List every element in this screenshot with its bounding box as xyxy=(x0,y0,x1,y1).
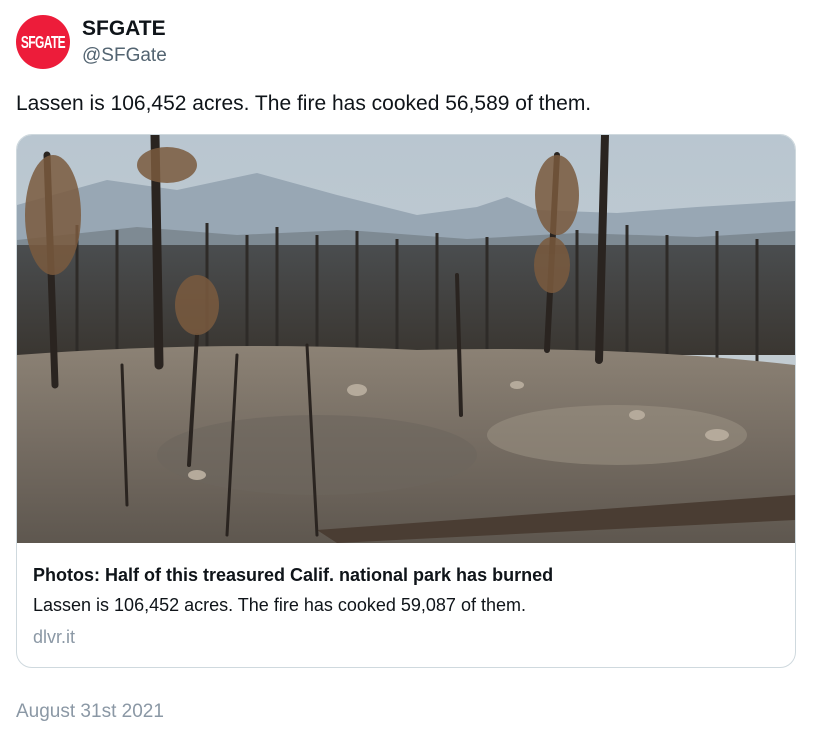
avatar-logo-text: SFGATE xyxy=(20,31,66,53)
card-description: Lassen is 106,452 acres. The fire has co… xyxy=(33,595,526,615)
avatar[interactable]: SFGATE xyxy=(16,15,70,69)
author-names: SFGATE @SFGate xyxy=(82,16,167,68)
tweet-timestamp[interactable]: August 31st 2021 xyxy=(16,700,164,724)
card-title[interactable]: Photos: Half of this treasured Calif. na… xyxy=(33,563,781,587)
tweet-text: Lassen is 106,452 acres. The fire has co… xyxy=(16,92,592,115)
author-handle[interactable]: @SFGate xyxy=(82,44,167,68)
card-body: Photos: Half of this treasured Calif. na… xyxy=(33,563,781,649)
link-card[interactable]: Photos: Half of this treasured Calif. na… xyxy=(16,134,796,668)
card-image[interactable] xyxy=(17,135,795,543)
tweet-header: SFGATE SFGATE @SFGate xyxy=(16,14,167,70)
card-domain[interactable]: dlvr.it xyxy=(33,625,781,649)
author-display-name[interactable]: SFGATE xyxy=(82,16,167,42)
burned-forest-photo xyxy=(17,135,795,543)
